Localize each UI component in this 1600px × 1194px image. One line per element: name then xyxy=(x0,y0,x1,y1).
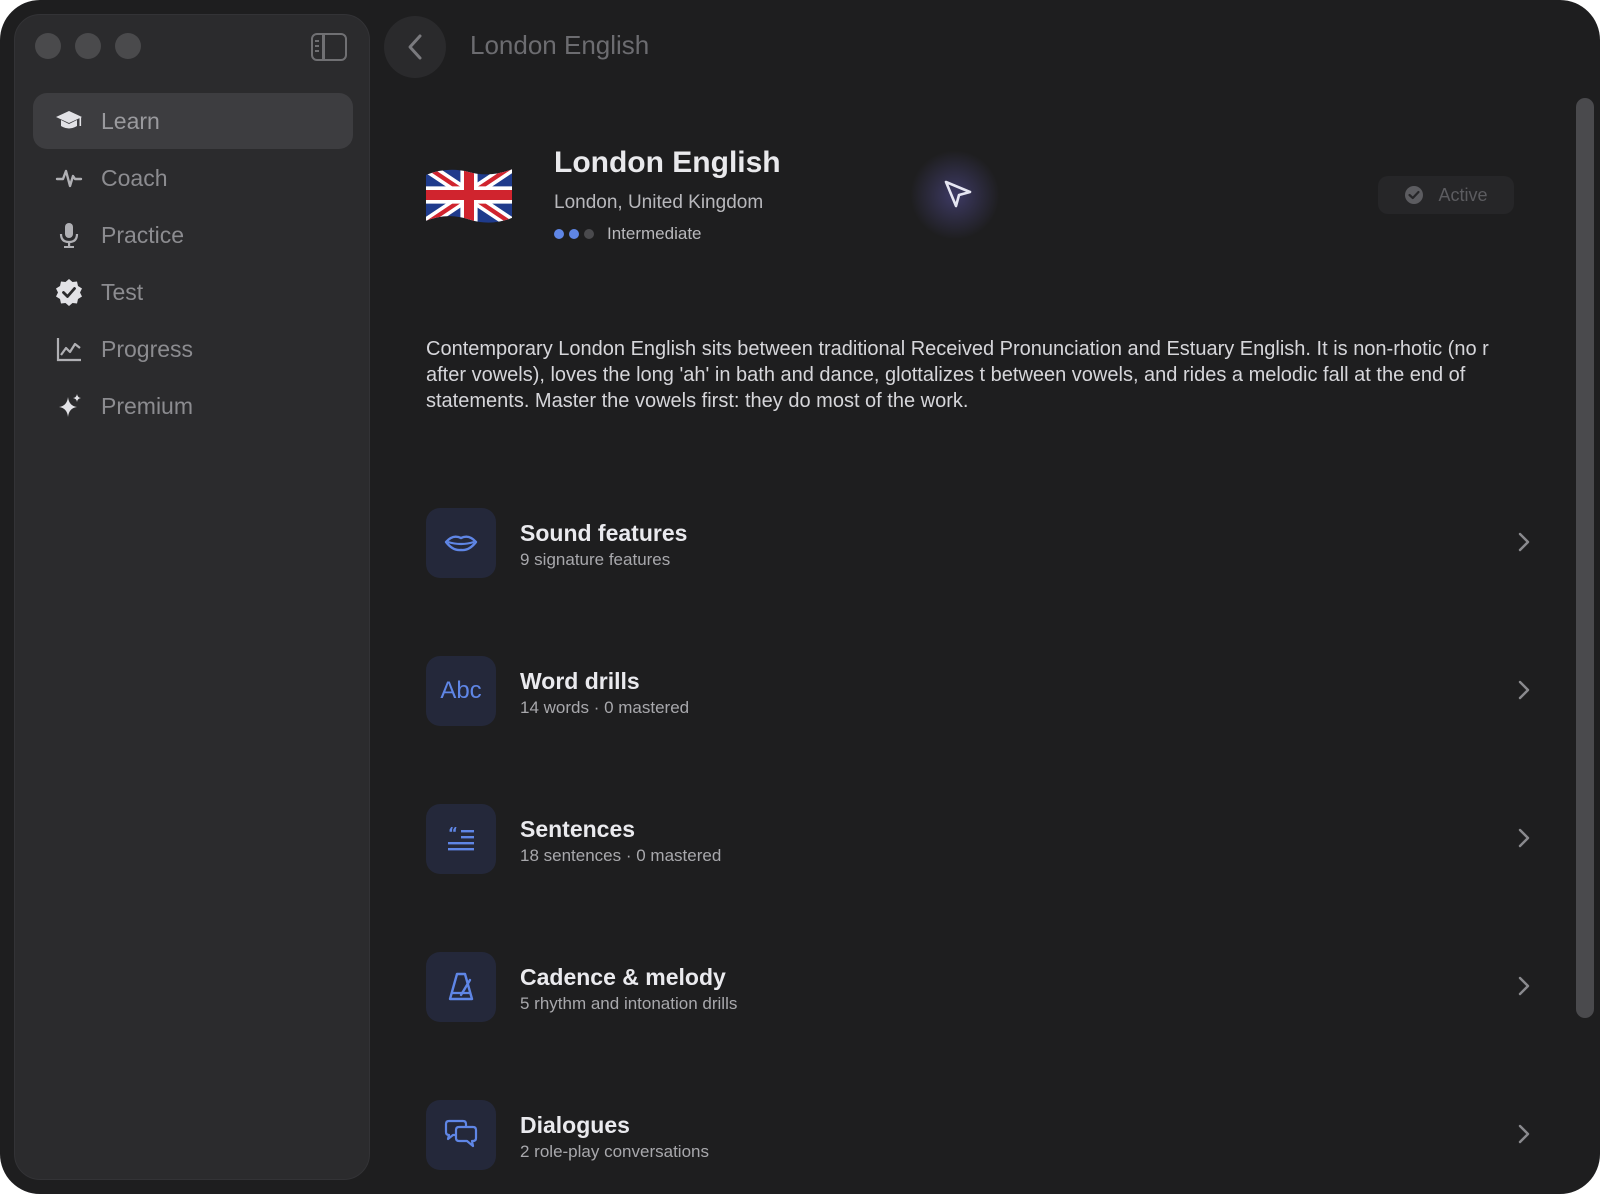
sidebar-toggle-icon[interactable] xyxy=(311,33,347,61)
section-subtitle: 14 words · 0 mastered xyxy=(520,698,690,717)
sidebar-item-label: Learn xyxy=(101,107,160,134)
uk-flag-icon xyxy=(426,169,512,223)
chevron-right-icon xyxy=(1518,976,1530,996)
sidebar-nav: Learn Coach Practice Test Progress Premi… xyxy=(33,93,353,435)
section-subtitle: 5 rhythm and intonation drills xyxy=(520,994,738,1013)
svg-text:“: “ xyxy=(448,824,458,842)
sidebar-item-label: Premium xyxy=(101,392,194,419)
chevron-right-icon xyxy=(1518,828,1530,848)
status-badge: Active xyxy=(1378,176,1514,214)
section-dialogues[interactable]: Dialogues 2 role-play conversations xyxy=(426,1092,1536,1194)
minimize-window-button[interactable] xyxy=(75,33,101,59)
zoom-window-button[interactable] xyxy=(115,33,141,59)
difficulty-level: Intermediate xyxy=(554,224,702,244)
sidebar-item-learn[interactable]: Learn xyxy=(33,93,353,149)
app-window: Learn Coach Practice Test Progress Premi… xyxy=(0,0,1600,1194)
checkmark-circle-icon xyxy=(1405,186,1424,204)
scrollbar[interactable] xyxy=(1576,98,1594,1018)
level-dot xyxy=(554,229,564,239)
pointer-cursor-icon xyxy=(944,180,972,208)
quote-lines-icon: “ xyxy=(426,804,496,874)
section-title: Sound features xyxy=(520,520,688,546)
main-content: London English London English London, Un… xyxy=(370,0,1600,1194)
chevron-right-icon xyxy=(1518,532,1530,552)
sidebar: Learn Coach Practice Test Progress Premi… xyxy=(14,14,370,1180)
window-controls xyxy=(35,33,141,59)
sidebar-item-test[interactable]: Test xyxy=(33,264,353,320)
microphone-icon xyxy=(53,219,85,251)
back-button[interactable] xyxy=(384,16,446,78)
status-label: Active xyxy=(1438,184,1488,205)
section-title: Word drills xyxy=(520,668,640,694)
sidebar-item-premium[interactable]: Premium xyxy=(33,378,353,434)
chevron-right-icon xyxy=(1518,680,1530,700)
sidebar-item-coach[interactable]: Coach xyxy=(33,150,353,206)
section-subtitle: 2 role-play conversations xyxy=(520,1142,709,1161)
close-window-button[interactable] xyxy=(35,33,61,59)
sidebar-item-label: Progress xyxy=(101,335,194,362)
accent-title: London English xyxy=(554,146,781,179)
sidebar-item-label: Practice xyxy=(101,221,185,248)
sparkles-icon xyxy=(53,390,85,422)
toolbar-title: London English xyxy=(470,30,650,60)
sidebar-item-label: Test xyxy=(101,278,144,305)
section-list: Sound features 9 signature features Abc … xyxy=(426,500,1536,1194)
section-title: Sentences xyxy=(520,816,636,842)
level-dot xyxy=(584,229,594,239)
level-dot xyxy=(569,229,579,239)
section-subtitle: 9 signature features xyxy=(520,550,671,569)
abc-icon: Abc xyxy=(426,656,496,726)
waveform-icon xyxy=(53,162,85,194)
metronome-icon xyxy=(426,952,496,1022)
section-sound-features[interactable]: Sound features 9 signature features xyxy=(426,500,1536,648)
sidebar-item-label: Coach xyxy=(101,164,168,191)
chevron-right-icon xyxy=(1518,1124,1530,1144)
chevron-left-icon xyxy=(408,34,422,60)
section-subtitle: 18 sentences · 0 mastered xyxy=(520,846,722,865)
tile-text: Abc xyxy=(440,677,482,704)
accent-location: London, United Kingdom xyxy=(554,192,764,213)
section-word-drills[interactable]: Abc Word drills 14 words · 0 mastered xyxy=(426,648,1536,796)
sidebar-item-practice[interactable]: Practice xyxy=(33,207,353,263)
lips-icon xyxy=(426,508,496,578)
chart-line-icon xyxy=(53,333,85,365)
sidebar-item-progress[interactable]: Progress xyxy=(33,321,353,377)
section-title: Dialogues xyxy=(520,1112,630,1138)
level-label: Intermediate xyxy=(607,224,702,243)
accent-description: Contemporary London English sits between… xyxy=(426,338,1489,412)
checkmark-seal-icon xyxy=(53,276,85,308)
section-sentences[interactable]: “ Sentences 18 sentences · 0 mastered xyxy=(426,796,1536,944)
section-title: Cadence & melody xyxy=(520,964,726,990)
graduation-cap-icon xyxy=(53,105,85,137)
section-cadence-melody[interactable]: Cadence & melody 5 rhythm and intonation… xyxy=(426,944,1536,1092)
speech-bubbles-icon xyxy=(426,1100,496,1170)
